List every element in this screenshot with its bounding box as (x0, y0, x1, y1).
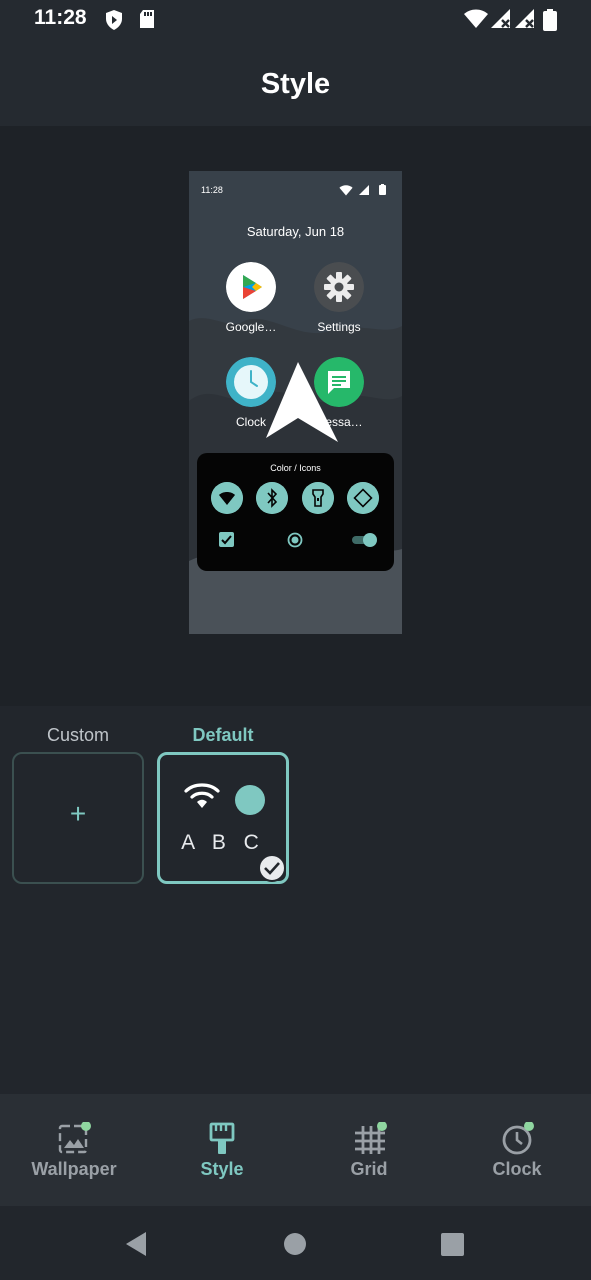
preview-wifi-icon (339, 185, 353, 196)
nav-item-grid[interactable]: Grid (295, 1094, 443, 1206)
app-label: Settings (317, 320, 361, 334)
page-title: Style (260, 68, 331, 100)
wallpaper-icon (58, 1122, 91, 1154)
preview-status-time: 11:28 (201, 185, 223, 195)
auto-rotate-icon (347, 482, 379, 514)
checkbox-icon (219, 532, 234, 547)
clock-icon (502, 1122, 534, 1155)
nav-item-clock[interactable]: Clock (443, 1094, 591, 1206)
preview-signal-icon (359, 185, 369, 195)
plus-icon: + (69, 798, 87, 829)
signal-icon (515, 9, 534, 28)
selected-check-icon (258, 854, 286, 882)
style-preview-area: 11:28 Saturday, Jun 18 Google… Settings … (0, 126, 591, 706)
wifi-icon (184, 783, 220, 808)
nav-label: Style (200, 1159, 244, 1179)
nav-label: Wallpaper (31, 1159, 117, 1179)
add-custom-style-button[interactable]: + (12, 752, 144, 884)
bluetooth-icon (256, 482, 288, 514)
status-time: 11:28 (34, 6, 87, 29)
wifi-icon (464, 9, 488, 28)
flashlight-icon (302, 482, 334, 514)
toggle-switch-icon (352, 533, 377, 547)
custom-option-label: Custom (46, 725, 109, 745)
nav-item-wallpaper[interactable]: Wallpaper (0, 1094, 148, 1206)
nav-item-style[interactable]: Style (148, 1094, 296, 1206)
preview-battery-icon (379, 184, 386, 195)
app-label: Google… (225, 320, 277, 334)
nav-label: Clock (492, 1159, 542, 1179)
nav-label: Grid (350, 1159, 388, 1179)
default-style-option[interactable]: A B C (157, 752, 289, 884)
recents-icon[interactable] (441, 1233, 464, 1256)
app-header: Style (0, 40, 591, 126)
font-preview-text: A B C (181, 831, 265, 854)
sd-card-icon (140, 10, 154, 28)
signal-icon (491, 9, 510, 28)
google-play-icon (226, 262, 276, 312)
brush-icon (209, 1122, 235, 1154)
cursor-arrow-icon (266, 362, 338, 442)
bottom-navigation: Wallpaper Style Grid Clock (0, 1094, 591, 1206)
preview-date: Saturday, Jun 18 (246, 224, 345, 239)
battery-icon (543, 9, 557, 31)
grid-icon (355, 1122, 387, 1154)
panel-title: Color / Icons (270, 463, 321, 473)
back-icon[interactable] (124, 1231, 148, 1257)
style-options: Custom Default + A B C (0, 706, 591, 1094)
default-option-label: Default (192, 725, 254, 745)
color-swatch-icon (235, 785, 265, 815)
shield-icon (106, 10, 122, 30)
color-icons-panel: Color / Icons (197, 453, 394, 571)
system-navigation-bar (0, 1206, 591, 1280)
settings-gear-icon (314, 262, 364, 312)
radio-button-icon (287, 532, 303, 548)
home-icon[interactable] (284, 1233, 306, 1255)
wifi-icon (211, 482, 243, 514)
status-bar: 11:28 (0, 0, 591, 40)
